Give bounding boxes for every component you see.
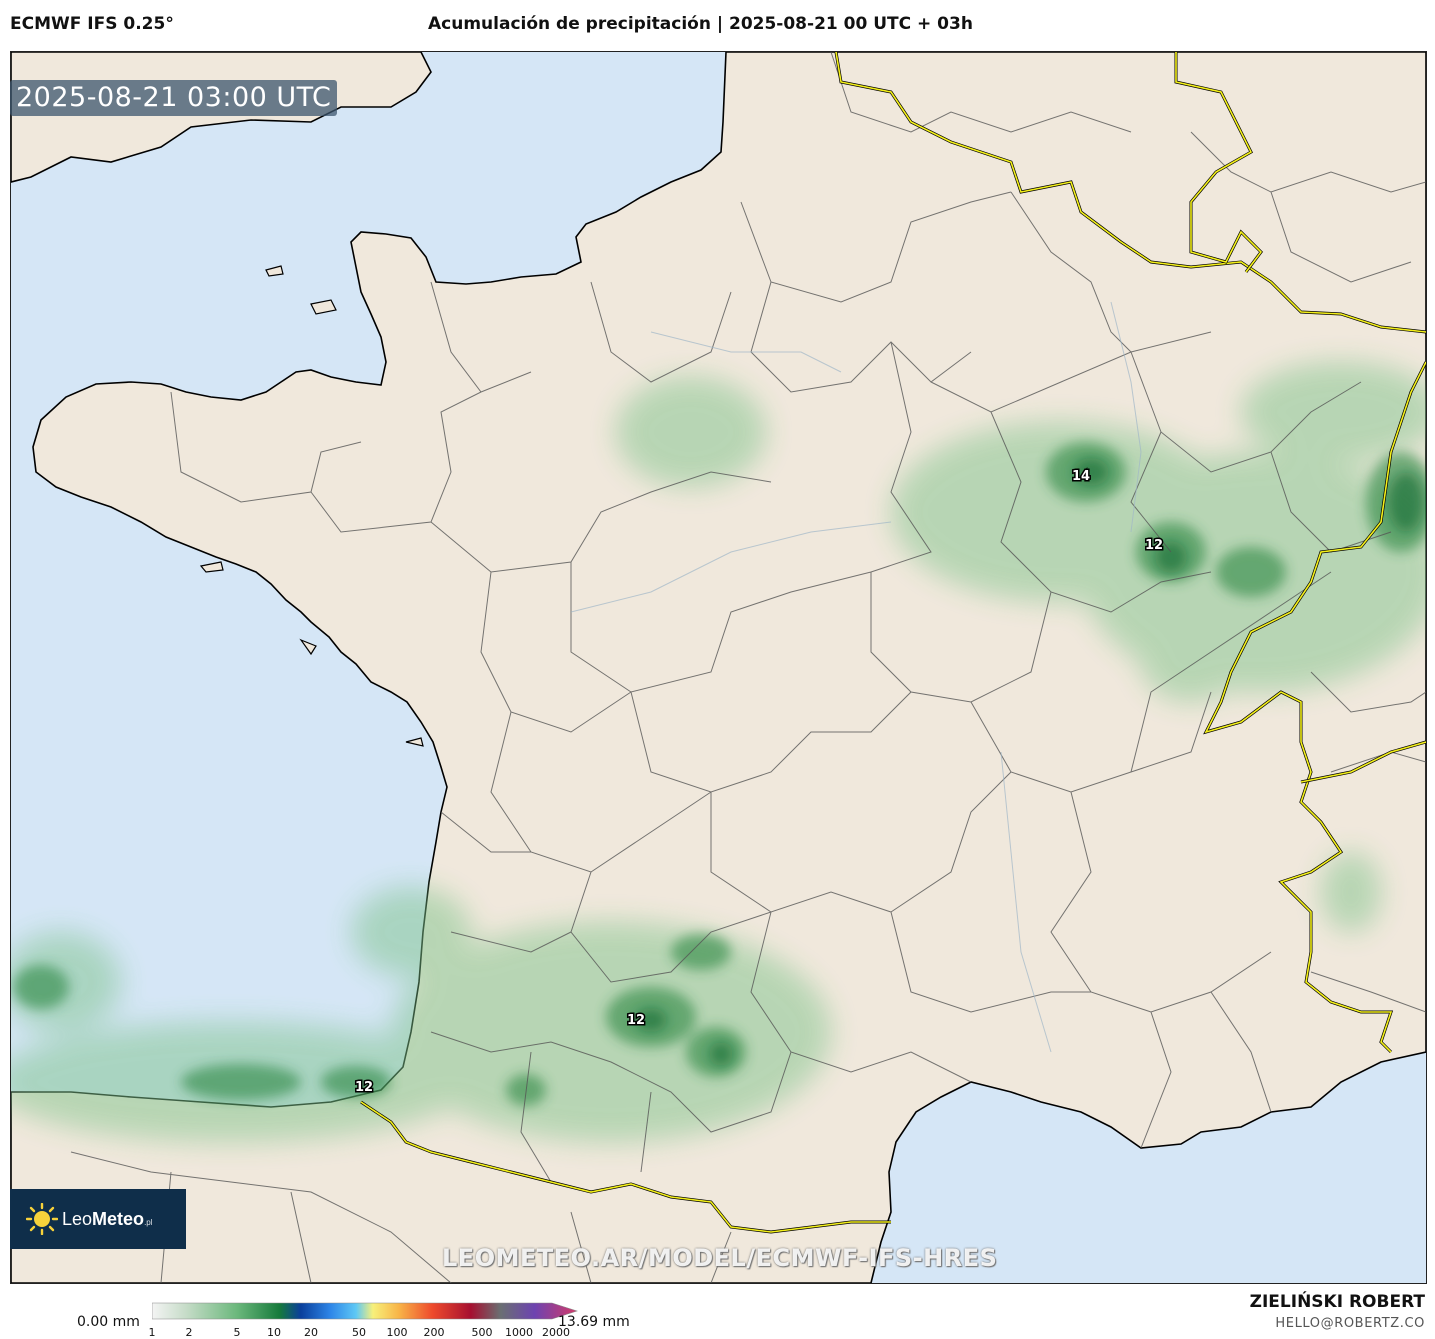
colorbar-tick: 1 [148,1326,156,1339]
watermark-url: LEOMETEO.AR/MODEL/ECMWF-IFS-HRES [442,1244,998,1272]
colorbar-tick: 100 [386,1326,408,1339]
value-label: 14 [1072,469,1090,484]
colorbar-tick: 200 [423,1326,445,1339]
author-email[interactable]: HELLO@ROBERTZ.CO [1275,1316,1425,1331]
value-label: 12 [1145,538,1163,553]
sun-icon [26,1203,58,1235]
chart-title: Acumulación de precipitación | 2025-08-2… [428,14,973,34]
value-label: 12 [627,1013,645,1028]
precipitation-map[interactable]: 14 12 12 12 [10,51,1427,1284]
logo-text: LeoMeteo.pl [62,1208,153,1229]
colorbar-max-label: 13.69 mm [558,1314,630,1330]
colorbar-tick: 500 [471,1326,493,1339]
valid-time-badge: 2025-08-21 03:00 UTC [10,80,338,116]
author-name: ZIELIŃSKI ROBERT [1249,1292,1425,1312]
colorbar-tick: 2 [185,1326,193,1339]
colorbar-min-label: 0.00 mm [77,1314,140,1330]
colorbar-tick: 20 [304,1326,318,1339]
map-canvas: 14 12 12 12 [11,52,1426,1283]
land-great-britain [11,52,432,183]
leometeo-logo[interactable]: LeoMeteo.pl [10,1189,186,1249]
colorbar-tick: 10 [267,1326,281,1339]
colorbar-tick: 5 [233,1326,241,1339]
value-label: 12 [355,1080,373,1095]
colorbar [152,1302,578,1320]
model-name: ECMWF IFS 0.25° [10,14,174,34]
colorbar-tick: 1000 [505,1326,533,1339]
colorbar-tick: 50 [352,1326,366,1339]
